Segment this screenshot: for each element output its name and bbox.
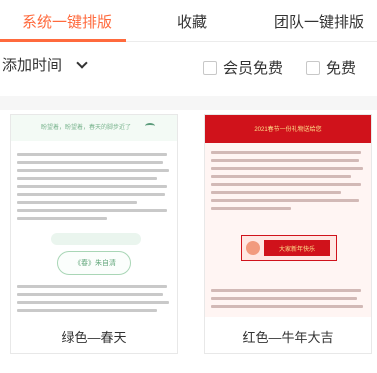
member-free-checkbox[interactable]: 会员免费 [203,57,283,78]
decor-wash [51,233,141,245]
template-caption: 红色—牛年大吉 [242,330,334,345]
thumbnail-header-text: 盼望着，盼望着，春天的脚步近了 [41,125,132,131]
thumbnail-badge: 大家新年快乐 [241,235,337,261]
thumbnail-badge: 《春》朱自清 [57,251,131,275]
template-caption: 绿色—春天 [61,330,127,345]
template-card-newyear[interactable]: 2021春节一份礼物送给您 大家新年快乐 红色—牛年大吉 [204,114,372,354]
checkbox-box [203,60,217,75]
bird-icon [145,123,155,129]
filter-bar: 添加时间 会员免费 免费 [0,44,377,92]
section-divider [0,96,377,110]
tab-system-layout[interactable]: 系统一键排版 [22,11,112,32]
free-checkbox[interactable]: 免费 [306,57,356,78]
thumbnail-text-block [211,151,365,215]
checkbox-box [306,60,320,75]
festive-banner: 大家新年快乐 [264,240,330,256]
thumbnail-header: 2021春节一份礼物送给您 [205,115,371,143]
ox-icon [246,241,260,255]
tab-team-layout[interactable]: 团队一键排版 [274,11,364,32]
active-tab-indicator [0,39,126,42]
chevron-down-icon [76,56,88,69]
sort-label: 添加时间 [2,57,63,74]
thumbnail-text-block [17,285,171,317]
thumbnail-text-block [211,289,365,313]
thumbnail-body: 大家新年快乐 [205,143,371,317]
thumbnail-text-block [17,153,171,225]
tab-favorites[interactable]: 收藏 [177,11,207,32]
template-thumbnail: 2021春节一份礼物送给您 大家新年快乐 [205,115,371,317]
template-card-spring[interactable]: 盼望着，盼望着，春天的脚步近了 《春》朱自清 绿色—春天 [10,114,178,354]
member-free-label: 会员免费 [223,60,284,77]
sort-dropdown[interactable]: 添加时间 [2,54,88,75]
template-thumbnail: 盼望着，盼望着，春天的脚步近了 《春》朱自清 [11,115,177,317]
free-label: 免费 [326,60,357,77]
thumbnail-header-text: 2021春节一份礼物送给您 [254,127,322,133]
thumbnail-badge-text: 《春》朱自清 [74,260,116,267]
thumbnail-badge-text: 大家新年快乐 [278,247,315,253]
tab-bar: 系统一键排版 收藏 团队一键排版 [0,0,377,42]
thumbnail-header: 盼望着，盼望着，春天的脚步近了 [11,115,177,141]
